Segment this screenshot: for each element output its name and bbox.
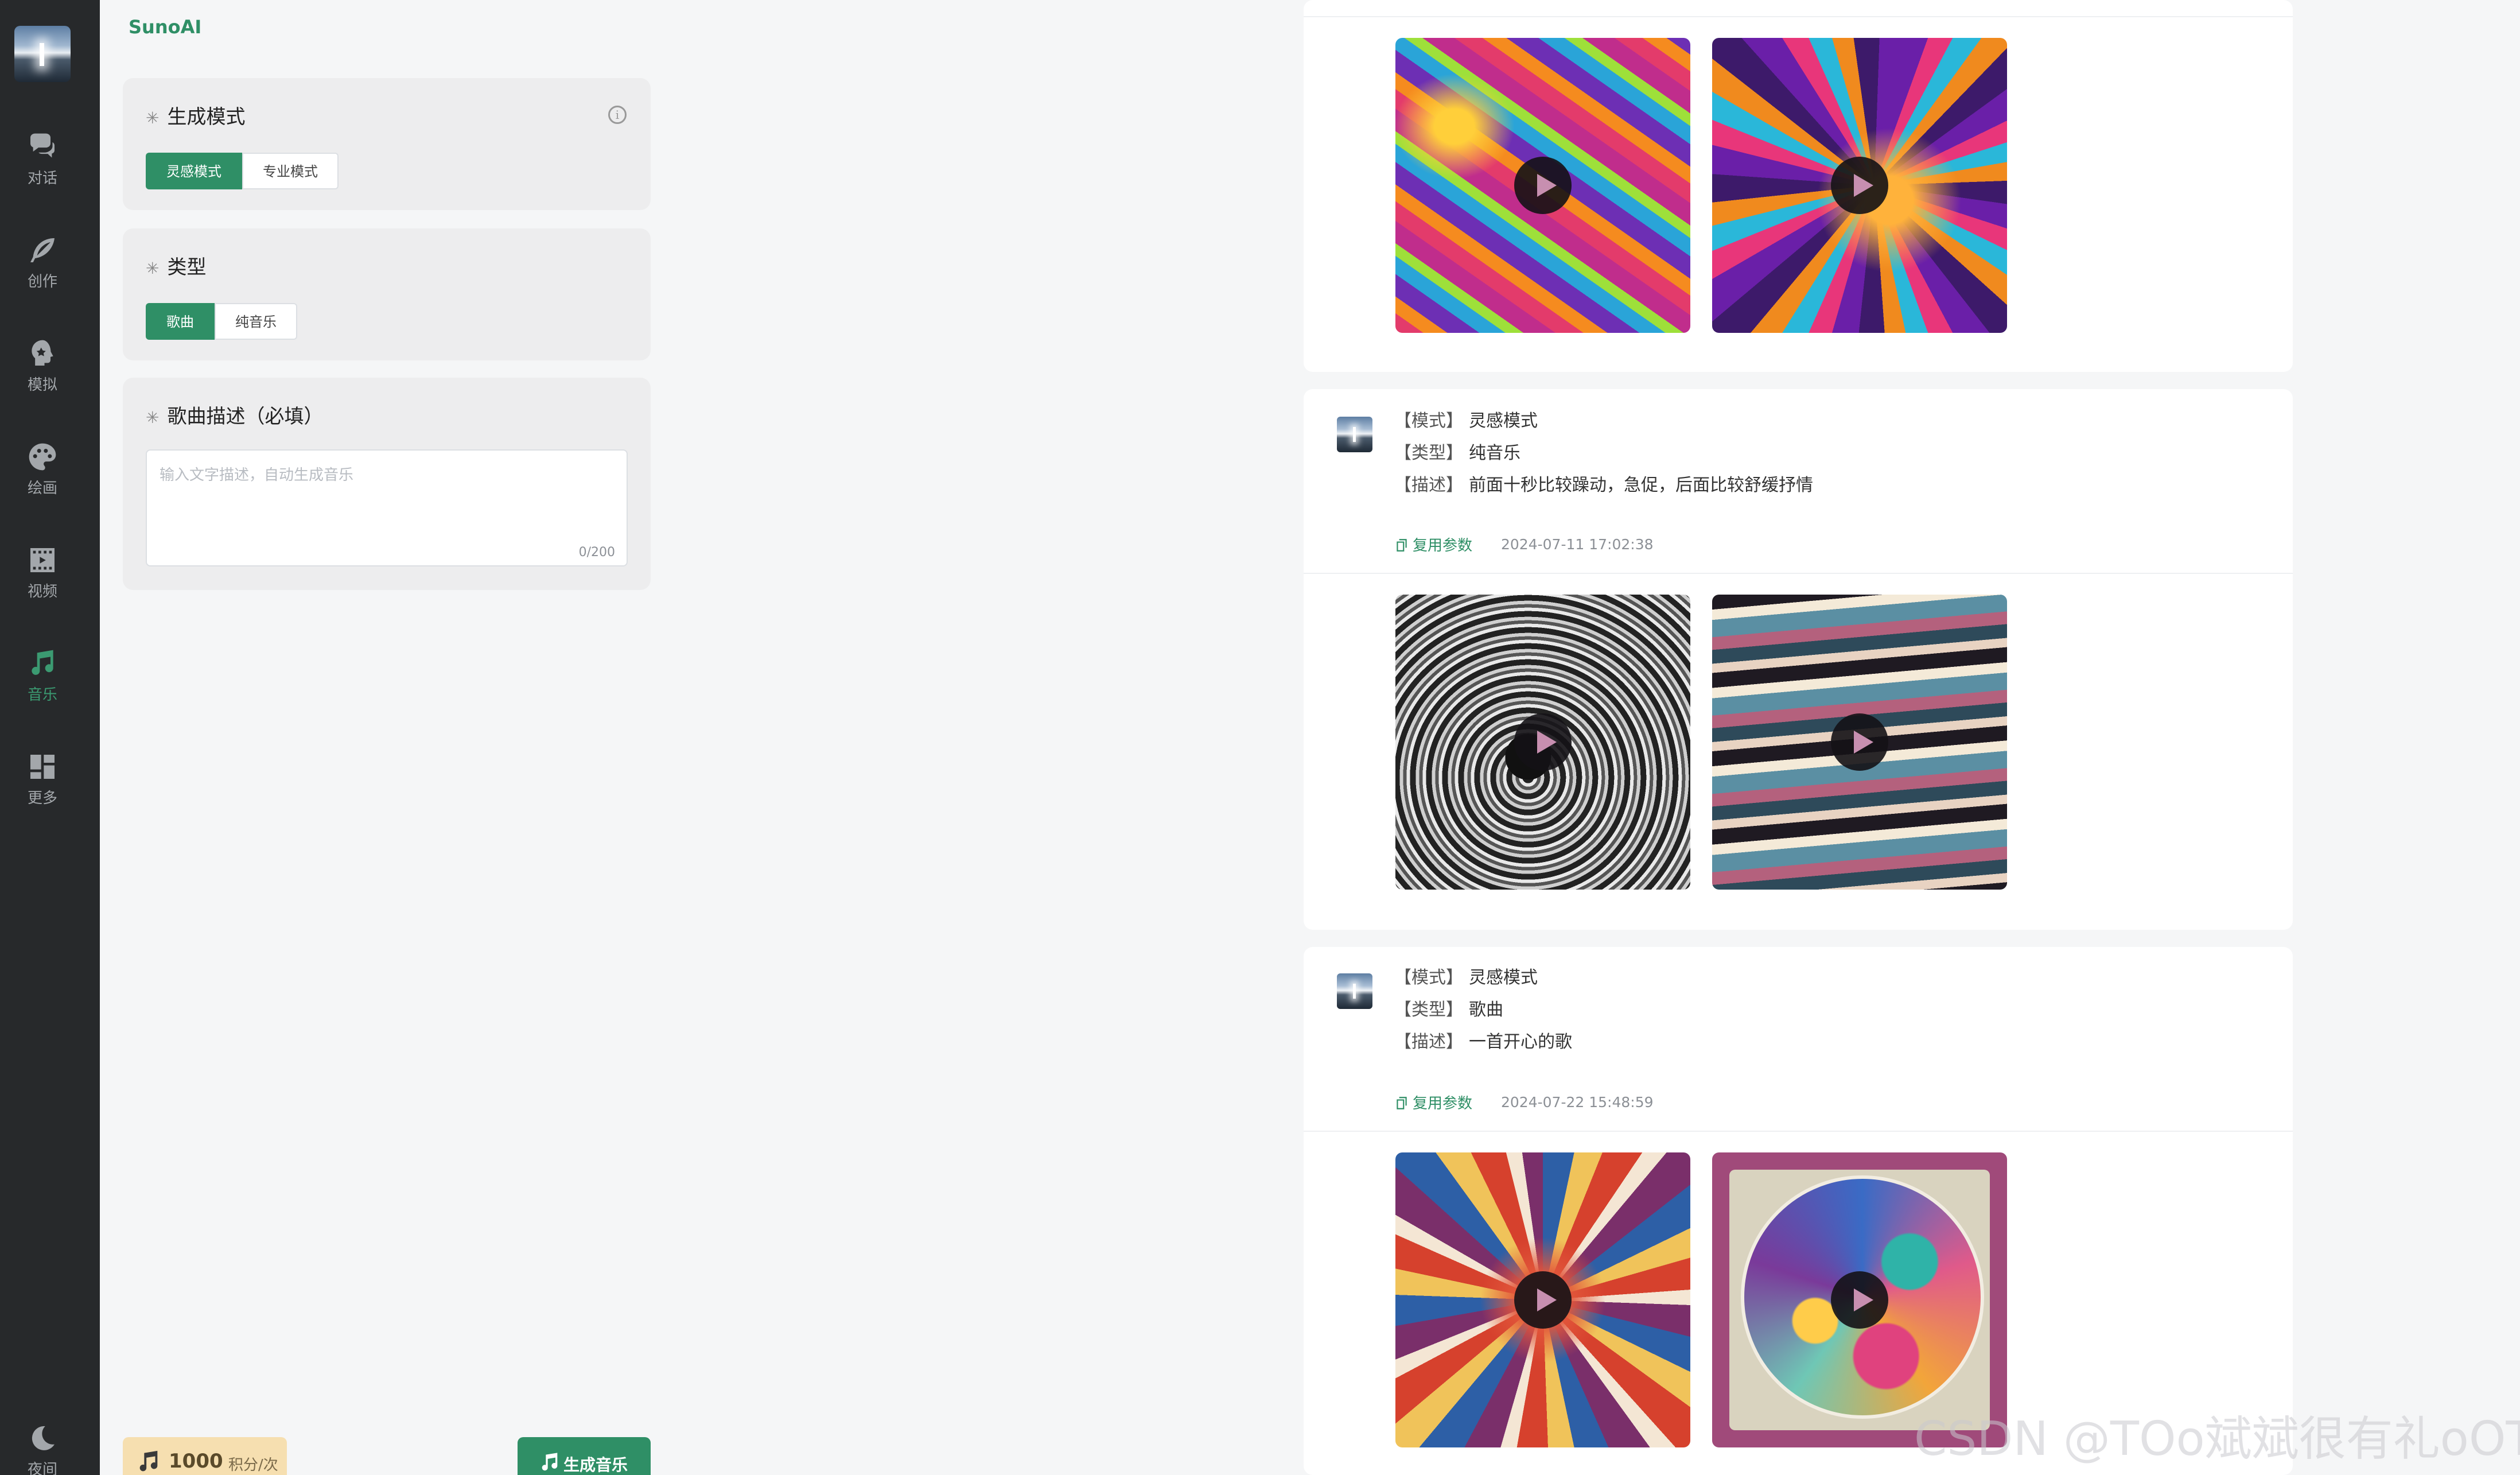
mode-inspiration-button[interactable]: 灵感模式 [146,153,242,189]
post-meta: 【模式】 灵感模式 【类型】 歌曲 【描述】 一首开心的歌 [1394,968,1572,1052]
mode-card: ✳ 生成模式 i 灵感模式 专业模式 [123,78,651,210]
nav-label: 对话 [27,170,57,187]
tab-sunoai[interactable]: SunoAI [100,0,227,55]
type-card: ✳ 类型 歌曲 纯音乐 [123,228,651,360]
type-song-button[interactable]: 歌曲 [146,303,215,340]
post-description: 前面十秒比较躁动，急促，后面比较舒缓抒情 [1469,475,1813,495]
nav-music[interactable]: 音乐 [0,647,85,705]
play-icon[interactable] [1831,157,1888,214]
reuse-params-link[interactable]: 复用参数 [1394,534,1472,555]
feed-card: 【模式】 灵感模式 【类型】 纯音乐 【描述】 前面十秒比较躁动，急促，后面比较舒缓抒… [1304,389,2293,930]
post-description: 一首开心的歌 [1469,1032,1572,1052]
nav-chat[interactable]: 对话 [0,131,85,188]
type-title: ✳ 类型 [146,256,207,279]
description-placeholder: 输入文字描述，自动生成音乐 [160,467,354,484]
feather-icon [30,238,55,262]
music-icon [32,650,53,675]
post-mode: 灵感模式 [1469,411,1538,431]
play-icon[interactable] [1831,1271,1888,1329]
nav-label: 绘画 [27,480,57,497]
palette-icon [29,443,56,471]
nav-paint[interactable]: 绘画 [0,441,85,498]
cost-badge: 1000 积分/次 [123,1437,287,1475]
nav-night[interactable]: 夜间 [0,1422,85,1475]
reuse-params-link[interactable]: 复用参数 [1394,1092,1472,1113]
timestamp: 2024-07-22 15:48:59 [1501,1094,1654,1111]
divider [1304,1131,2293,1132]
music-cover[interactable] [1395,595,1690,890]
play-icon[interactable] [1514,713,1572,771]
char-counter: 0/200 [578,545,615,560]
generate-music-button[interactable]: 生成音乐 [518,1437,651,1475]
post-avatar [1337,973,1372,1009]
description-textarea[interactable]: 输入文字描述，自动生成音乐 0/200 [146,449,628,566]
user-avatar[interactable] [14,26,71,82]
music-cover[interactable] [1395,1152,1690,1447]
cost-value: 1000 [169,1450,223,1473]
feed-card: 【模式】 灵感模式 【类型】 歌曲 【描述】 一首开心的歌 复用参数 2024-07-… [1304,947,2293,1475]
chat-icon [30,133,55,158]
nav-label: 视频 [27,583,57,600]
post-mode: 灵感模式 [1469,968,1538,988]
video-icon [30,548,55,572]
post-meta: 【模式】 灵感模式 【类型】 纯音乐 【描述】 前面十秒比较躁动，急促，后面比较舒缓抒… [1394,411,1813,495]
moon-icon [32,1426,55,1450]
nav-label: 创作 [27,273,57,290]
cost-unit: 积分/次 [228,1457,278,1474]
feed-card [1304,0,2293,372]
nav-label: 模拟 [27,376,57,394]
nav-simulate[interactable]: 模拟 [0,337,85,395]
music-note-icon [542,1453,558,1471]
watermark: CSDN @TOo斌斌很有礼oOT [1914,1412,2520,1466]
nav-more[interactable]: 更多 [0,751,85,808]
copy-icon [1397,1097,1407,1109]
music-note-icon [139,1450,158,1472]
divider [1304,573,2293,574]
nav-create[interactable]: 创作 [0,234,85,292]
play-icon[interactable] [1514,1271,1572,1329]
play-icon[interactable] [1514,157,1572,214]
description-title: ✳ 歌曲描述（必填） [146,405,324,428]
nav-label: 更多 [27,790,57,807]
info-icon[interactable]: i [608,106,627,124]
description-card: ✳ 歌曲描述（必填） 输入文字描述，自动生成音乐 0/200 [123,378,651,590]
nav-label: 音乐 [27,686,57,704]
mode-segmented: 灵感模式 专业模式 [146,153,339,189]
music-cover[interactable] [1395,38,1690,333]
tab-label: SunoAI [129,16,202,38]
music-cover[interactable] [1712,595,2007,890]
mode-professional-button[interactable]: 专业模式 [242,153,339,189]
post-type: 歌曲 [1469,1000,1503,1020]
grid-icon [30,755,55,779]
nav-video[interactable]: 视频 [0,544,85,601]
head-icon [32,340,53,366]
control-panel: ✳ 生成模式 i 灵感模式 专业模式 ✳ 类型 歌曲 纯音乐 ✳ 歌曲描述（必填） 输… [100,55,674,1475]
post-type: 纯音乐 [1469,443,1520,463]
play-icon[interactable] [1831,713,1888,771]
timestamp: 2024-07-11 17:02:38 [1501,536,1654,553]
copy-icon [1397,539,1407,552]
post-avatar [1337,417,1372,452]
generate-label: 生成音乐 [563,1455,628,1474]
mode-title: ✳ 生成模式 [146,106,246,129]
type-segmented: 歌曲 纯音乐 [146,303,297,340]
app-sidebar: 对话 创作 模拟 绘画 视频 音乐 更多 夜间 [0,0,100,1475]
nav-label: 夜间 [27,1461,57,1475]
type-instrumental-button[interactable]: 纯音乐 [215,303,297,340]
divider [1304,16,2293,17]
music-cover[interactable] [1712,38,2007,333]
